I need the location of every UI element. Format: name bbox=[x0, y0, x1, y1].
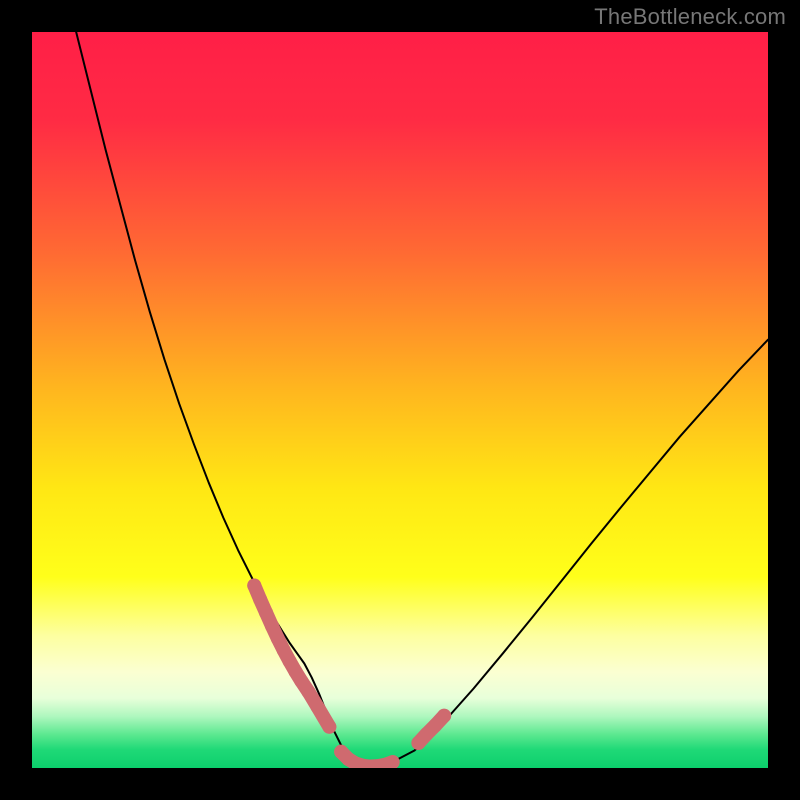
plot-area bbox=[32, 32, 768, 768]
marker-band-left bbox=[254, 585, 329, 726]
watermark-text: TheBottleneck.com bbox=[594, 4, 786, 30]
curve-layer bbox=[32, 32, 768, 768]
marker-band-right bbox=[418, 716, 444, 743]
bottleneck-curve bbox=[76, 32, 768, 767]
marker-band-bottom bbox=[341, 752, 393, 767]
chart-frame: TheBottleneck.com bbox=[0, 0, 800, 800]
